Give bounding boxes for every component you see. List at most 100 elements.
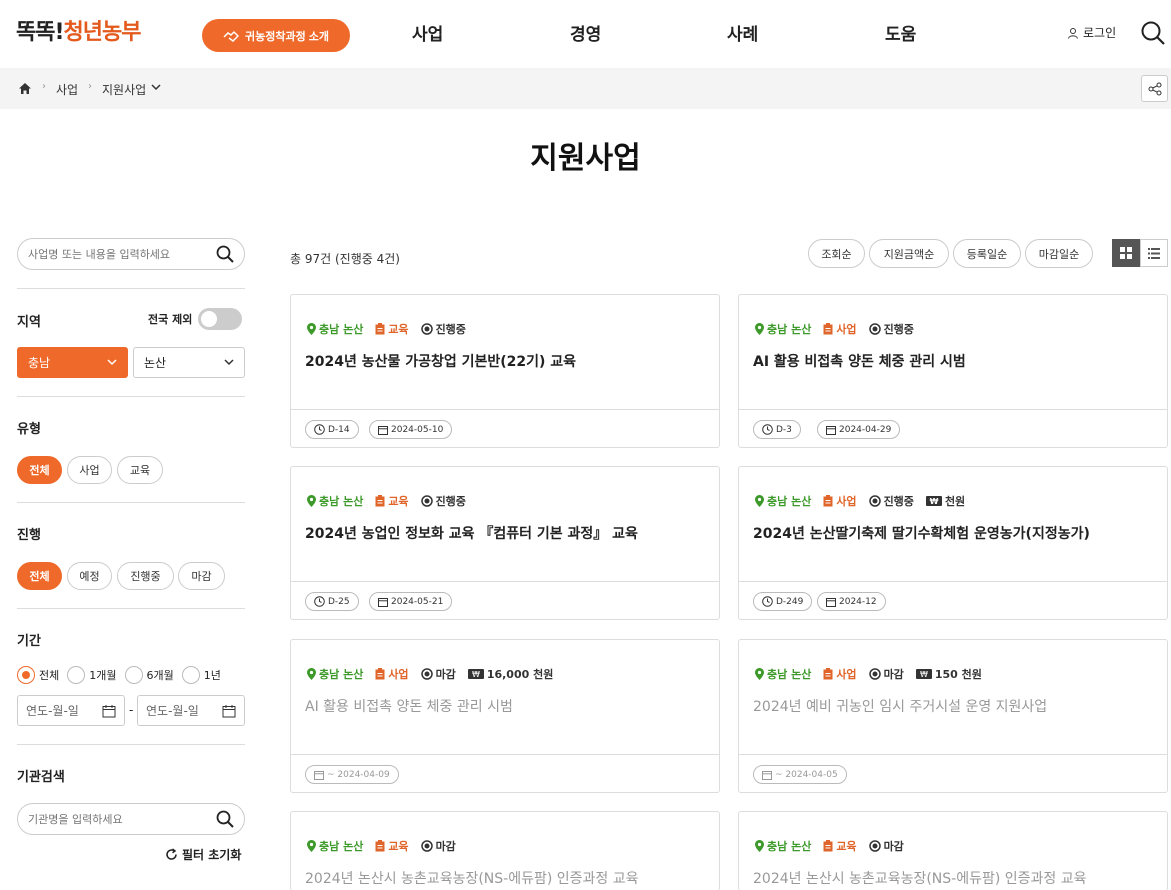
progress-ongoing-pill[interactable]: 진행중	[117, 562, 174, 590]
start-date-input[interactable]: 연도-월-일	[17, 695, 125, 726]
grid-view-button[interactable]	[1112, 239, 1140, 267]
period-heading: 기간	[17, 634, 41, 649]
svg-text:₩: ₩	[930, 497, 939, 506]
location-pin-icon	[307, 495, 316, 507]
card-region: 충남 논산	[755, 838, 811, 854]
nav-cases[interactable]: 사례	[727, 20, 758, 45]
support-card[interactable]: 충남 논산 교육 진행중 2024년 농산물 가공창업 기본반(22기) 교육 D-14…	[290, 294, 720, 448]
progress-closed-pill[interactable]: 마감	[178, 562, 225, 590]
support-card[interactable]: 충남 논산 교육 마감 2024년 논산시 농촌교육농장(NS-에듀팜) 인증과정 교…	[290, 811, 720, 890]
support-card[interactable]: 충남 논산 사업 마감 ₩16,000 천원 AI 활용 비접촉 양돈 체중 관리 시범…	[290, 639, 720, 793]
card-date-chip: 2024-05-10	[369, 420, 453, 439]
agency-search[interactable]	[17, 803, 245, 835]
reset-filter-button[interactable]: 필터 초기화	[165, 846, 241, 863]
search-icon[interactable]	[216, 245, 234, 263]
card-status-label: 마감	[435, 840, 456, 853]
card-amount: ₩ 천원	[925, 493, 965, 509]
card-title[interactable]: 2024년 논산딸기축제 딸기수확체험 운영농가(지정농가)	[753, 523, 1090, 543]
card-title[interactable]: 2024년 예비 귀농인 임시 주거시설 운영 지원사업	[753, 696, 1047, 716]
home-icon[interactable]	[18, 82, 32, 95]
sort-deadline-button[interactable]: 마감일순	[1025, 239, 1093, 268]
card-title[interactable]: 2024년 논산시 농촌교육농장(NS-에듀팜) 인증과정 교육	[305, 868, 638, 888]
radio-dot-icon	[868, 668, 881, 680]
svg-text:₩: ₩	[472, 670, 480, 679]
radio-dot-icon	[420, 495, 433, 507]
chevron-down-icon	[107, 359, 117, 366]
toggle-switch[interactable]	[198, 308, 243, 330]
nav-management[interactable]: 경영	[570, 20, 601, 45]
keyword-search-input[interactable]	[28, 247, 216, 261]
support-card[interactable]: 충남 논산 교육 마감 2024년 논산시 농촌교육농장(NS-에듀팜) 인증과정 교…	[738, 811, 1168, 890]
period-radio-group: 전체 1개월 6개월 1년	[17, 666, 221, 684]
list-view-button[interactable]	[1140, 239, 1168, 267]
search-icon[interactable]	[216, 810, 234, 828]
radio-dot-icon	[420, 668, 433, 680]
card-amount-label: 150 천원	[934, 668, 982, 681]
type-all-pill[interactable]: 전체	[17, 456, 62, 484]
support-card[interactable]: 충남 논산 사업 마감 ₩150 천원 2024년 예비 귀농인 임시 주거시설 운영 …	[738, 639, 1168, 793]
card-date: 2024-04-29	[839, 424, 892, 435]
card-tags: 충남 논산 사업 마감 ₩150 천원	[755, 666, 982, 682]
location-pin-icon	[307, 323, 316, 335]
period-all-radio[interactable]	[17, 666, 35, 684]
period-6m-radio[interactable]	[124, 666, 143, 684]
user-icon	[1068, 27, 1078, 39]
card-region: 충남 논산	[307, 321, 363, 337]
card-type: 교육	[823, 838, 857, 854]
nav-help[interactable]: 도움	[885, 20, 916, 45]
search-icon[interactable]	[1140, 20, 1166, 46]
radio-dot-icon	[868, 323, 881, 335]
share-icon	[1148, 82, 1161, 95]
start-date-placeholder: 연도-월-일	[26, 704, 79, 718]
card-status-label: 진행중	[435, 323, 466, 336]
calendar-icon[interactable]	[102, 704, 116, 718]
page-title: 지원사업	[530, 141, 641, 176]
chevron-down-icon[interactable]	[151, 84, 161, 91]
agency-search-input[interactable]	[28, 812, 216, 826]
card-region: 충남 논산	[307, 493, 363, 509]
period-1m-radio[interactable]	[67, 666, 86, 684]
support-card[interactable]: 충남 논산 사업 진행중 ₩ 천원 2024년 논산딸기축제 딸기수확체험 운영농가(지정…	[738, 466, 1168, 620]
exclude-nationwide-toggle[interactable]: 전국 제외	[148, 308, 243, 330]
site-logo[interactable]: 똑똑!청년농부	[16, 14, 141, 46]
breadcrumb-business[interactable]: 사업	[56, 81, 78, 98]
share-button[interactable]	[1141, 75, 1168, 102]
sort-registered-button[interactable]: 등록일순	[953, 239, 1021, 268]
sort-views-button[interactable]: 조회순	[808, 239, 865, 268]
province-select[interactable]: 충남	[17, 347, 128, 378]
card-region-label: 충남 논산	[767, 668, 812, 681]
card-type: 사업	[823, 666, 857, 682]
sort-amount-button[interactable]: 지원금액순	[869, 239, 949, 268]
support-card[interactable]: 충남 논산 교육 진행중 2024년 농업인 정보화 교육 『컴퓨터 기본 과정』 교…	[290, 466, 720, 620]
period-1y-radio[interactable]	[181, 666, 200, 684]
card-title[interactable]: 2024년 논산시 농촌교육농장(NS-에듀팜) 인증과정 교육	[753, 868, 1086, 888]
location-pin-icon	[755, 840, 764, 852]
progress-all-pill[interactable]: 전체	[17, 562, 62, 590]
support-card[interactable]: 충남 논산 사업 진행중 AI 활용 비접촉 양돈 체중 관리 시범 D-3 2024-0…	[738, 294, 1168, 448]
card-footer: ~ 2024-04-09	[291, 754, 719, 792]
card-date-chip: 2024-05-21	[369, 592, 453, 611]
card-status: 진행중	[868, 493, 914, 509]
progress-planned-pill[interactable]: 예정	[67, 562, 112, 590]
nav-business[interactable]: 사업	[412, 20, 443, 45]
card-title[interactable]: 2024년 농산물 가공창업 기본반(22기) 교육	[305, 351, 576, 371]
city-select[interactable]: 논산	[133, 347, 245, 378]
card-date: 2024-05-21	[391, 596, 444, 607]
toggle-label: 전국 제외	[148, 313, 193, 326]
card-title[interactable]: AI 활용 비접촉 양돈 체중 관리 시범	[305, 696, 513, 716]
end-date-input[interactable]: 연도-월-일	[137, 695, 245, 726]
policy-intro-button[interactable]: 귀농정착과정 소개	[202, 19, 350, 52]
type-education-pill[interactable]: 교육	[117, 456, 163, 484]
card-tags: 충남 논산 교육 진행중	[307, 493, 466, 509]
date-separator: -	[129, 703, 134, 717]
card-title[interactable]: 2024년 농업인 정보화 교육 『컴퓨터 기본 과정』 교육	[305, 523, 638, 543]
calendar-icon[interactable]	[222, 704, 236, 718]
breadcrumb-support[interactable]: 지원사업	[102, 81, 146, 98]
agency-heading: 기관검색	[17, 770, 65, 785]
card-title[interactable]: AI 활용 비접촉 양돈 체중 관리 시범	[753, 351, 966, 371]
card-status: 진행중	[868, 321, 914, 337]
keyword-search[interactable]	[17, 238, 245, 270]
type-business-pill[interactable]: 사업	[67, 456, 112, 484]
clipboard-icon	[823, 323, 833, 335]
login-link[interactable]: 로그인	[1067, 24, 1116, 41]
